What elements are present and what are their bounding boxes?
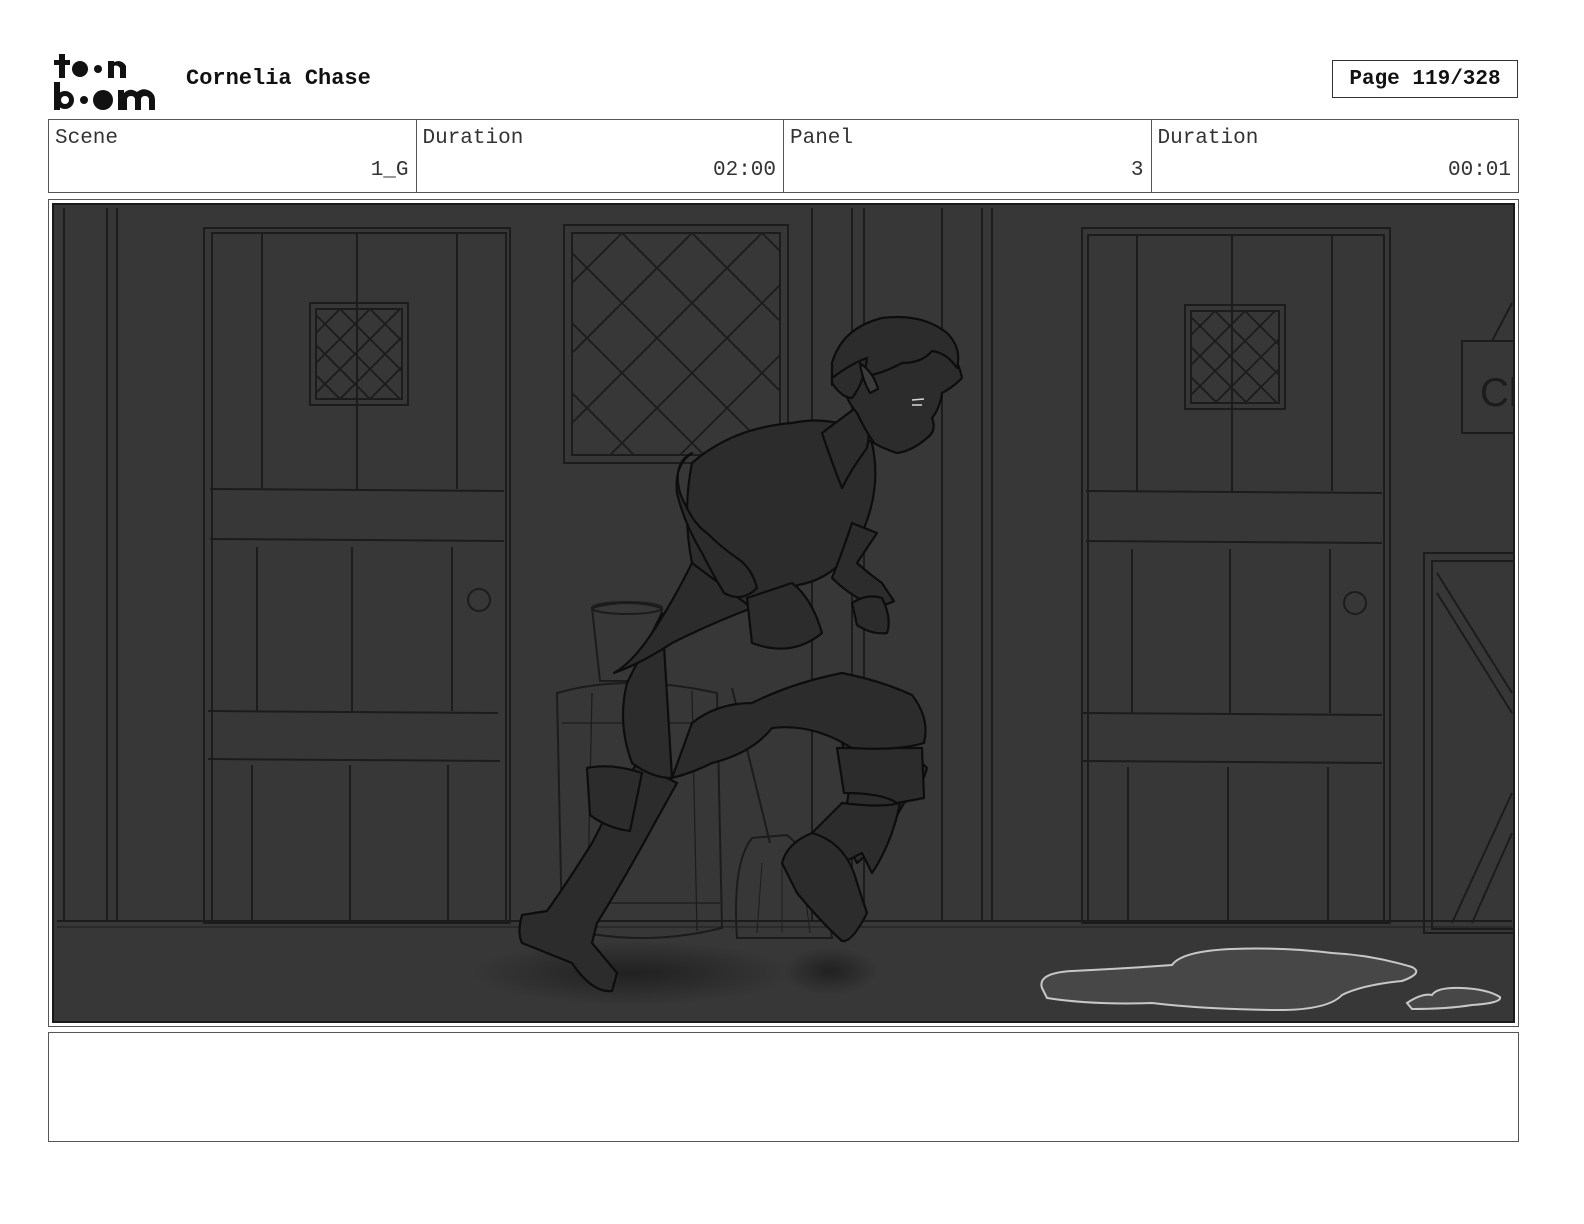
scene-duration-label: Duration <box>422 127 524 150</box>
scene-cell: Scene 1_G <box>49 120 417 192</box>
storyboard-panel-frame: Cl <box>48 199 1519 1027</box>
scene-label: Scene <box>55 127 119 150</box>
panel-notes-box <box>48 1032 1519 1142</box>
panel-duration-cell: Duration 00:01 <box>1152 120 1519 192</box>
scene-duration-value: 02:00 <box>712 159 776 182</box>
sign-text: Cl <box>1480 371 1515 415</box>
scene-duration-cell: Duration 02:00 <box>417 120 784 192</box>
panel-label: Panel <box>790 127 854 150</box>
scene-value: 1_G <box>370 159 409 182</box>
panel-duration-value: 00:01 <box>1447 159 1511 182</box>
toon-boom-logo <box>54 54 155 110</box>
panel-value: 3 <box>1130 159 1144 182</box>
panel-duration-label: Duration <box>1157 127 1259 150</box>
storyboard-drawing: Cl <box>52 203 1515 1023</box>
page-indicator: Page 119/328 <box>1332 60 1518 98</box>
project-title: Cornelia Chase <box>186 66 371 91</box>
panel-cell: Panel 3 <box>784 120 1152 192</box>
panel-info-table: Scene 1_G Duration 02:00 Panel 3 Duratio… <box>48 119 1519 193</box>
